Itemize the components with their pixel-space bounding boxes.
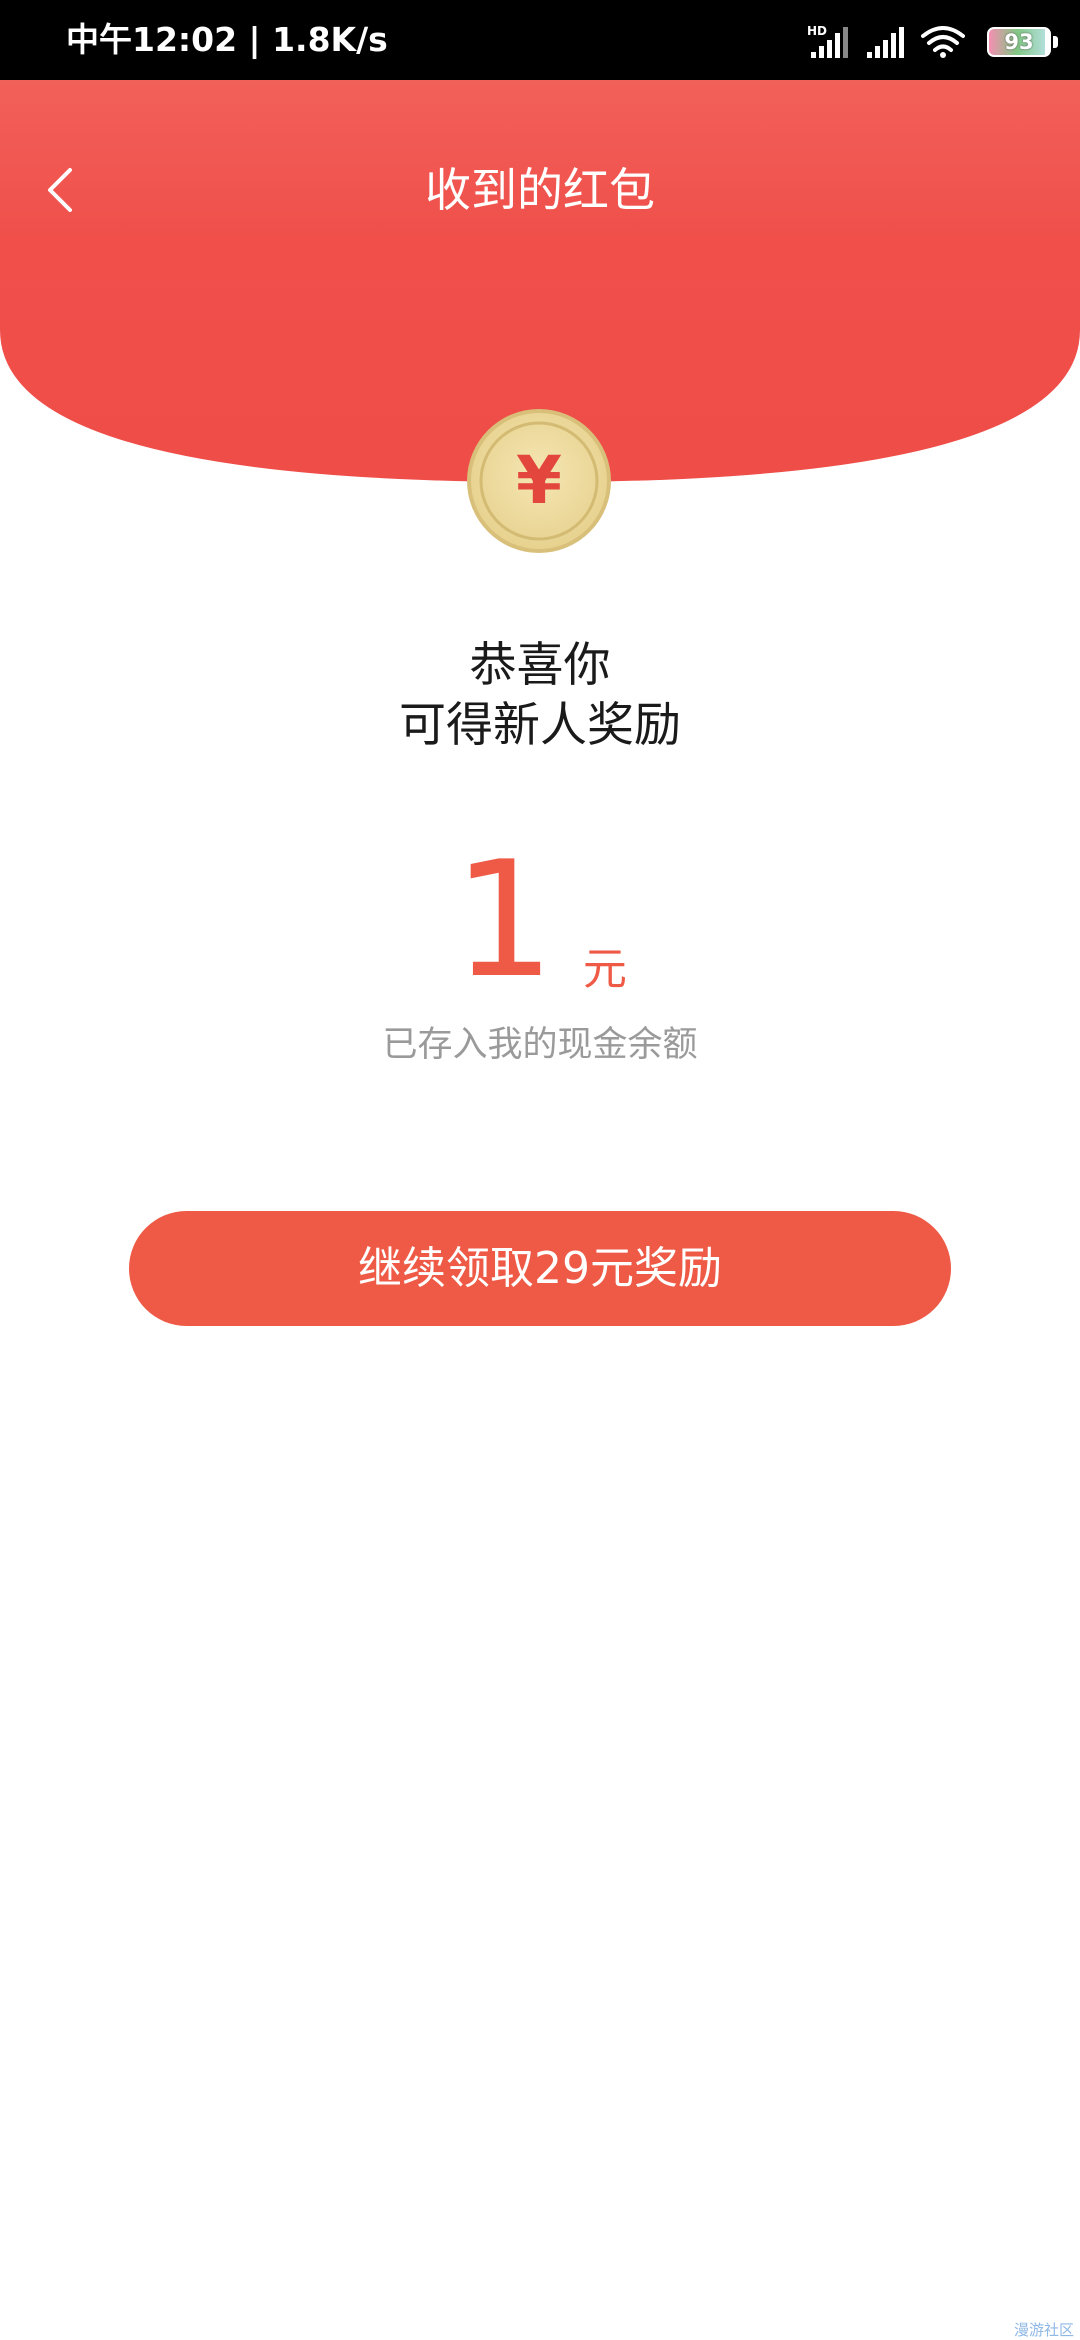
battery-level: 93 [1004,30,1034,54]
signal-icon [867,27,904,58]
battery-icon: 93 [987,27,1051,57]
reward-amount: 1 [453,826,555,1013]
status-icons: HD 93 [807,22,1058,62]
reward-amount-block: 1元 [0,840,1080,1000]
reward-unit: 元 [582,944,627,995]
coin-symbol: ¥ [516,442,562,519]
status-time-speed: 中午12:02 | 1.8K/s [66,20,388,59]
reward-note: 已存入我的现金余额 [382,1025,698,1065]
watermark: 漫游社区 [1013,2321,1074,2339]
status-bar: 中午12:02 | 1.8K/s HD 93 [0,0,1080,80]
congrats-title: 恭喜你 [469,638,611,693]
battery-tip [1053,36,1058,48]
hd-signal-icon: HD [807,24,848,58]
congrats-subtitle: 可得新人奖励 [399,698,681,753]
continue-claim-button[interactable]: 继续领取29元奖励 [129,1211,951,1326]
page-title: 收到的红包 [425,163,655,217]
svg-text:HD: HD [807,24,827,38]
yuan-coin-icon: ¥ [465,407,613,555]
wifi-icon [921,26,965,58]
